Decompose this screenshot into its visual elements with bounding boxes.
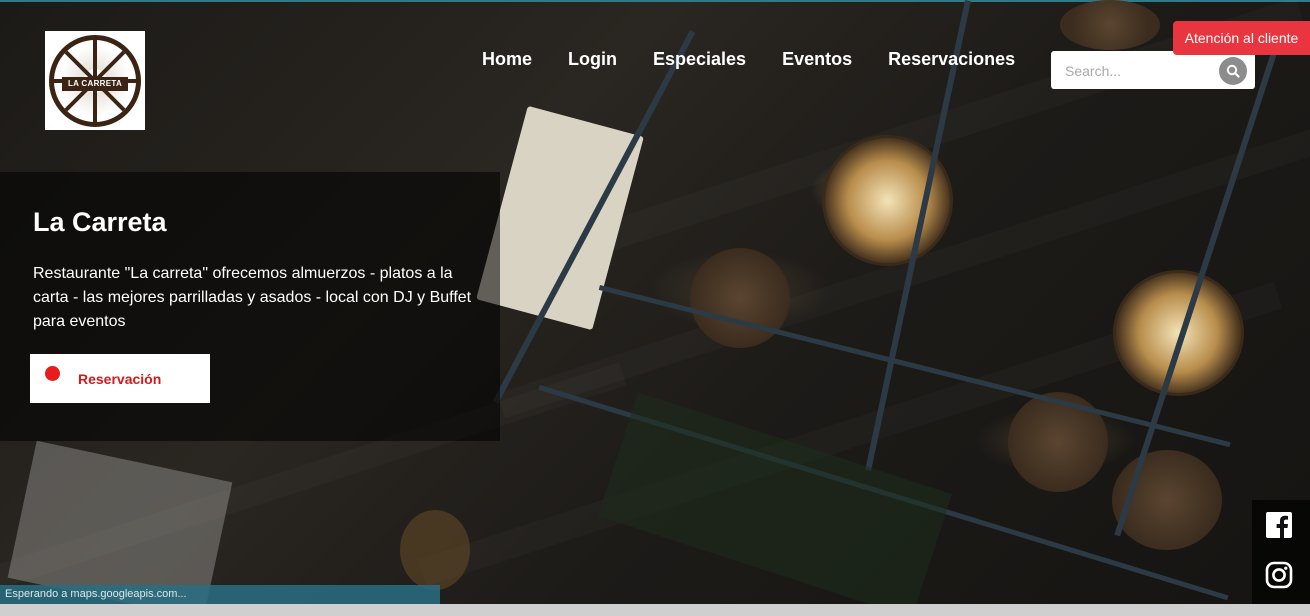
browser-bottom-strip	[0, 604, 1310, 616]
facebook-icon[interactable]	[1265, 511, 1293, 539]
social-links	[1252, 500, 1310, 616]
instagram-icon[interactable]	[1265, 561, 1293, 589]
hero-description: Restaurante "La carreta" ofrecemos almue…	[33, 265, 472, 330]
nav-login[interactable]: Login	[568, 49, 617, 70]
nav-reservaciones[interactable]: Reservaciones	[888, 49, 1015, 70]
logo-text: LA CARRETA	[62, 76, 128, 91]
nav-home[interactable]: Home	[482, 49, 532, 70]
wagon-wheel-logo: LA CARRETA	[49, 34, 141, 127]
reservation-button[interactable]: Reservación	[30, 354, 210, 403]
search-icon	[1226, 64, 1240, 78]
browser-status-bar: Esperando a maps.googleapis.com...	[0, 585, 440, 604]
search-box	[1051, 51, 1255, 89]
customer-support-button[interactable]: Atención al cliente	[1173, 21, 1310, 55]
main-nav: Home Login Especiales Eventos Reservacio…	[482, 49, 1015, 70]
red-dot-icon	[45, 366, 60, 381]
search-button[interactable]	[1219, 57, 1247, 85]
nav-especiales[interactable]: Especiales	[653, 49, 746, 70]
nav-eventos[interactable]: Eventos	[782, 49, 852, 70]
search-input[interactable]	[1063, 60, 1217, 82]
site-logo[interactable]: LA CARRETA	[45, 31, 145, 130]
reservation-button-label: Reservación	[78, 371, 162, 387]
page: LA CARRETA Home Login Especiales Eventos…	[0, 0, 1310, 616]
hero-title: La Carreta	[33, 207, 167, 237]
